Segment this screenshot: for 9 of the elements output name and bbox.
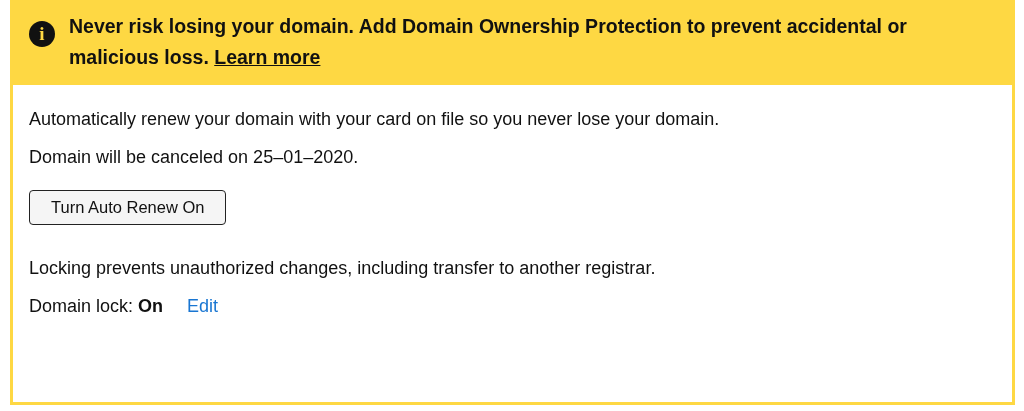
edit-link[interactable]: Edit xyxy=(187,294,219,318)
lock-description: Locking prevents unauthorized changes, including transfer to another registrar. xyxy=(29,257,657,280)
cancel-date-text: Domain will be canceled on 25–01–2020. xyxy=(29,146,360,169)
info-icon: i xyxy=(29,21,55,47)
auto-renew-description: Automatically renew your domain with your card on file so you never lose your domain. xyxy=(29,108,721,131)
learn-more-link[interactable]: Learn more xyxy=(214,46,321,68)
banner-message: Never risk losing your domain. Add Domain Ownership Protection to prevent accidental or malicious loss. Learn more xyxy=(69,14,908,70)
domain-lock-status: Domain lock: On xyxy=(29,295,164,318)
auto-renew-button[interactable]: Turn Auto Renew On xyxy=(29,190,227,225)
